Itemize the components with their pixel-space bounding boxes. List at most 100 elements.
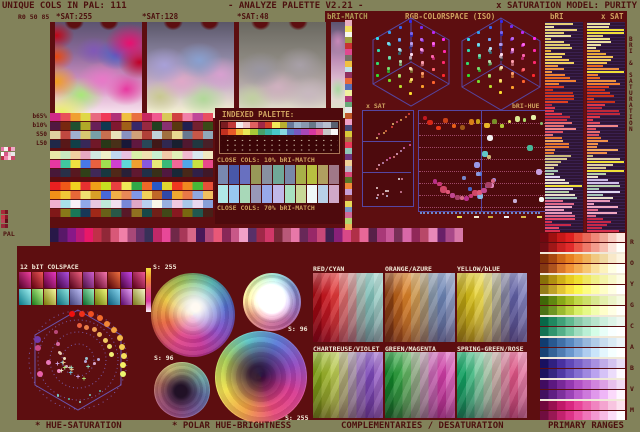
rgb-cube-dot [398, 48, 401, 51]
scatter-dot [37, 371, 43, 377]
sat48-label: *SAT:48 [237, 12, 269, 21]
palette-strip [50, 160, 213, 168]
primary-range-strip [540, 275, 625, 284]
close-cols-70-label: CLOSE COLS: 70% bRI-MATCH [217, 204, 315, 212]
primary-label-V: V [630, 385, 634, 393]
saturation-map-48 [239, 22, 326, 118]
footer-hue-saturation: * HUE-SATURATION [35, 421, 122, 431]
scatter-dot [88, 311, 94, 317]
xsat-scatter-box [363, 142, 411, 173]
scatter-dot [484, 123, 489, 128]
strip-label-s50: S50 [2, 131, 47, 138]
scatter-dot [386, 159, 388, 161]
colspace-tile [32, 289, 44, 305]
scatter-dot [436, 126, 441, 131]
rgb-cube-dot [410, 32, 413, 35]
strip-label-b65: b65% [2, 113, 47, 120]
colspace-tile [133, 272, 145, 288]
rgb-cube-dot [533, 37, 536, 40]
scatter-dot [474, 162, 480, 168]
palette-strip [50, 151, 213, 159]
rgb-cube-dot [511, 63, 514, 66]
primary-range-strip [540, 285, 625, 294]
color-cell [287, 122, 294, 128]
scatter-dot [398, 178, 400, 180]
saturation-map-255 [55, 22, 142, 118]
gridline [419, 171, 549, 172]
comp-label-yellow-blue: YELLOW/bLUE [457, 265, 500, 273]
primary-label-G: G [630, 301, 634, 309]
colspace-tile [108, 289, 120, 305]
rgb-cube-dot [533, 61, 536, 64]
rgb-cube-dot [421, 61, 424, 64]
close-cols-10-label: CLOSE COLS: 10% bRI-MATCH [217, 156, 315, 164]
bar-row [545, 229, 583, 232]
rgb-cube-dot [442, 74, 445, 77]
color-cell [316, 122, 323, 128]
scatter-dot [401, 178, 403, 180]
tick [488, 216, 493, 218]
tick [474, 216, 479, 218]
primary-label-R: R [630, 238, 634, 246]
rgb-cube-dot [500, 66, 503, 69]
primary-label-M: M [630, 406, 634, 414]
color-cell [273, 185, 283, 203]
rgb-cube-dot [511, 75, 514, 78]
mini-swatch [5, 219, 9, 223]
rgb-cube-dot [521, 31, 524, 34]
colspace-tile [32, 272, 44, 288]
bar-chart-divider [584, 22, 586, 232]
primary-label-C: C [630, 322, 634, 330]
scatter-dot [97, 358, 100, 361]
color-cell [309, 122, 316, 128]
scatter-dot [34, 336, 41, 343]
scatter-dot [120, 362, 126, 368]
plus-mark: + [76, 373, 80, 381]
colspace-tile [44, 272, 56, 288]
scatter-dot [452, 124, 456, 128]
primary-range-pair [540, 359, 625, 378]
rgb-cube-dot [432, 68, 435, 71]
color-cell [218, 165, 228, 184]
scatter-dot [69, 311, 75, 317]
rgb-cube-dot [377, 49, 380, 52]
scatter-dot [539, 197, 544, 202]
rgb-cube-dot [421, 75, 424, 78]
scatter-dot [455, 195, 460, 200]
rgb-cube-dot [387, 67, 390, 70]
scatter-dot [89, 394, 92, 397]
rgb-cube-dot [443, 50, 446, 53]
plus-mark: + [86, 363, 90, 371]
color-cell [294, 129, 301, 135]
scatter-dot [393, 156, 395, 158]
color-cell [307, 165, 317, 184]
primary-ranges-panel [540, 233, 625, 420]
gridline [419, 207, 549, 208]
scatter-dot [377, 194, 379, 196]
tick [521, 216, 526, 218]
rgb-cube-dot [522, 43, 525, 46]
scatter-dot [119, 344, 125, 350]
rgb-cube-dot [499, 46, 502, 49]
strip-label-b10: b10% [2, 122, 47, 129]
scatter-dot [35, 345, 41, 351]
bri-bar-chart [545, 22, 583, 232]
tick [537, 216, 542, 218]
primary-range-strip [540, 369, 625, 378]
mini-swatch [11, 152, 14, 156]
scatter-dot [99, 390, 102, 393]
palette-strip [50, 182, 213, 190]
scatter-dot [378, 133, 380, 135]
comp-panel-chartreuse-violet [313, 352, 383, 418]
rgb-cube-dot [376, 62, 379, 65]
scatter-dot [93, 362, 96, 365]
palette-strip [50, 169, 213, 177]
polar-disk-s255-a [151, 273, 235, 357]
rgb-cube-dot [500, 53, 503, 56]
scatter-dot [382, 193, 384, 195]
scatter-dot [57, 394, 60, 397]
rgb-cube-dot [409, 20, 412, 23]
close-cols-swatches-row [218, 165, 339, 184]
scatter-dot [77, 323, 82, 328]
rgb-cube-dot [398, 74, 401, 77]
